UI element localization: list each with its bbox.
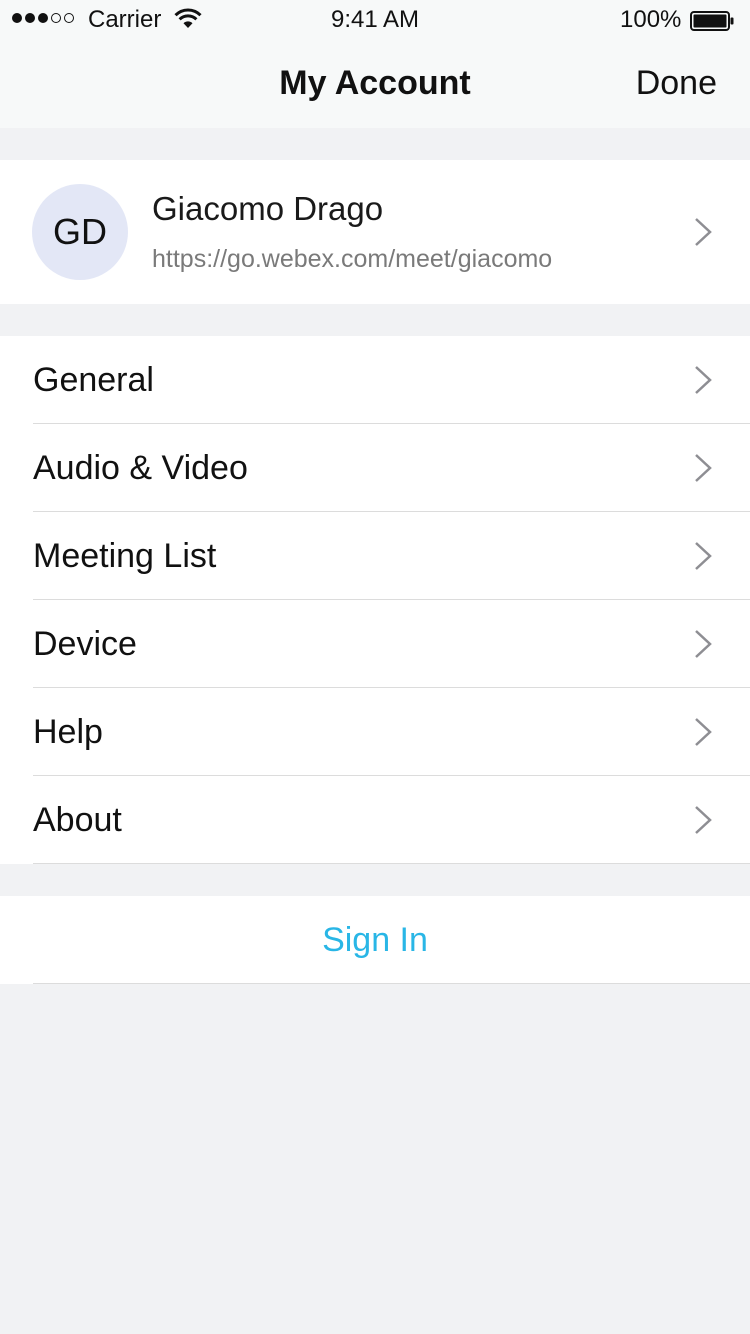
profile-meeting-url: https://go.webex.com/meet/giacomo [152,245,553,273]
divider [33,983,750,984]
chevron-right-icon [695,542,712,570]
navigation-bar: My Account Done [0,40,750,128]
menu-item-label: Device [33,625,137,663]
menu-item-help[interactable]: Help [0,688,750,776]
profile-name: Giacomo Drago [152,190,384,227]
chevron-right-icon [695,454,712,482]
divider [33,863,750,864]
sign-in-button[interactable]: Sign In [0,896,750,984]
battery-percentage: 100% [620,6,682,33]
chevron-right-icon [695,806,712,834]
chevron-right-icon [695,218,712,246]
chevron-right-icon [695,630,712,658]
profile-row[interactable]: GD Giacomo Drago https://go.webex.com/me… [0,160,750,304]
menu-item-label: Help [33,713,103,751]
sign-in-label: Sign In [322,921,428,959]
menu-item-label: General [33,361,154,399]
menu-item-device[interactable]: Device [0,600,750,688]
menu-item-label: Audio & Video [33,449,248,487]
status-bar: Carrier 9:41 AM 100% [0,0,750,40]
avatar-initials: GD [53,211,107,252]
menu-item-label: About [33,801,122,839]
menu-item-meeting-list[interactable]: Meeting List [0,512,750,600]
chevron-right-icon [695,366,712,394]
menu-item-general[interactable]: General [0,336,750,424]
done-button[interactable]: Done [636,64,717,103]
avatar: GD [32,184,128,280]
settings-menu: General Audio & Video Meeting List Devic… [0,336,750,864]
menu-item-label: Meeting List [33,537,217,575]
menu-item-about[interactable]: About [0,776,750,864]
chevron-right-icon [695,718,712,746]
menu-item-audio-video[interactable]: Audio & Video [0,424,750,512]
battery-icon [690,11,734,31]
